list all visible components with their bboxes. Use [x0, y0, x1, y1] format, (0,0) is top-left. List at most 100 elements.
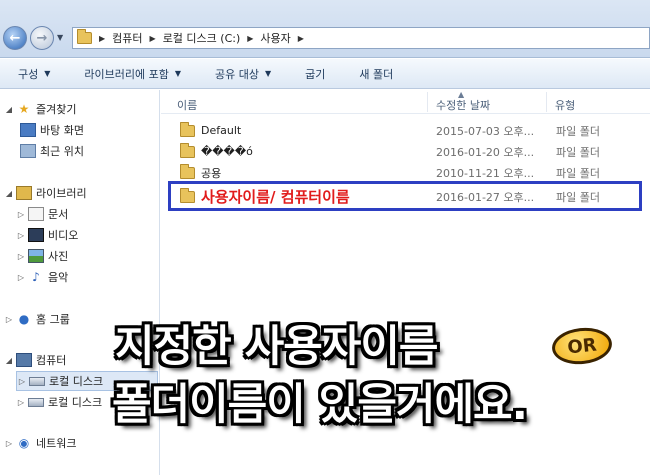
new-folder-label: 새 폴더 [359, 67, 394, 81]
column-divider[interactable] [546, 92, 547, 112]
breadcrumb-computer[interactable]: 컴퓨터 [112, 30, 142, 46]
nav-recent-label: 최근 위치 [40, 145, 84, 158]
collapse-triangle-icon[interactable]: ▷ [16, 231, 26, 240]
file-type: 파일 폴더 [556, 145, 600, 159]
desktop-icon [20, 123, 36, 137]
nav-documents-label: 문서 [48, 208, 69, 221]
burn-button[interactable]: 굽기 [305, 66, 325, 82]
nav-drive-d[interactable]: ▷ 로컬 디스크 [16, 392, 102, 412]
hard-drive-icon [29, 376, 45, 386]
folder-icon [77, 29, 92, 44]
nav-libraries[interactable]: ◢ 라이브러리 [4, 183, 87, 203]
chevron-right-icon[interactable]: ▶ [298, 34, 304, 43]
burn-label: 굽기 [305, 67, 326, 81]
file-row[interactable]: 공용 2010-11-21 오후... 파일 폴더 [172, 162, 650, 183]
expand-triangle-icon[interactable]: ◢ [4, 189, 14, 198]
folder-icon [180, 121, 195, 137]
column-modified[interactable]: 수정한 날짜 [436, 97, 490, 113]
chevron-right-icon[interactable]: ▶ [150, 34, 156, 43]
chevron-right-icon[interactable]: ▶ [99, 34, 105, 43]
collapse-triangle-icon[interactable]: ▷ [4, 439, 14, 448]
nav-computer-label: 컴퓨터 [36, 354, 67, 367]
share-with-label: 공유 대상 [215, 67, 260, 81]
nav-network[interactable]: ▷ ◉ 네트워크 [4, 433, 77, 453]
chevron-down-icon: ▼ [44, 69, 51, 78]
new-folder-button[interactable]: 새 폴더 [359, 66, 393, 82]
file-date: 2015-07-03 오후... [436, 124, 535, 138]
organize-label: 구성 [18, 67, 39, 81]
share-with-menu[interactable]: 공유 대상 ▼ [215, 66, 271, 82]
nav-desktop[interactable]: 바탕 화면 [18, 120, 84, 140]
address-bar[interactable]: ▶ 컴퓨터 ▶ 로컬 디스크 (C:) ▶ 사용자 ▶ [72, 27, 650, 49]
nav-computer[interactable]: ◢ 컴퓨터 [4, 350, 66, 370]
star-icon: ★ [18, 102, 30, 116]
chevron-right-icon[interactable]: ▶ [247, 34, 253, 43]
file-row[interactable]: ����ó 2016-01-20 오후... 파일 폴더 [172, 141, 650, 162]
nav-documents[interactable]: ▷ 문서 [16, 204, 68, 224]
nav-pictures-label: 사진 [48, 250, 69, 263]
nav-music-label: 음악 [48, 271, 69, 284]
folder-icon [180, 163, 195, 179]
nav-videos[interactable]: ▷ 비디오 [16, 225, 78, 245]
nav-music[interactable]: ▷ ♪ 음악 [16, 267, 68, 287]
nav-homegroup[interactable]: ▷ ● 홈 그룹 [4, 309, 70, 329]
video-icon [28, 228, 44, 242]
address-bar-area: ← → ▼ ▶ 컴퓨터 ▶ 로컬 디스크 (C:) ▶ 사용자 ▶ [0, 0, 650, 58]
nav-pictures[interactable]: ▷ 사진 [16, 246, 68, 266]
file-type: 파일 폴더 [556, 124, 600, 138]
collapse-triangle-icon[interactable]: ▷ [16, 252, 26, 261]
forward-button[interactable]: → [30, 26, 54, 50]
or-badge-label: OR [566, 334, 598, 358]
file-date: 2010-11-21 오후... [436, 166, 535, 180]
collapse-triangle-icon[interactable]: ▷ [16, 273, 26, 282]
collapse-triangle-icon[interactable]: ▷ [4, 315, 14, 324]
file-name-cell: 공용 [180, 163, 222, 181]
document-icon [28, 207, 44, 221]
organize-menu[interactable]: 구성 ▼ [18, 66, 50, 82]
nav-drive-d-label: 로컬 디스크 [48, 396, 103, 409]
folder-icon [180, 142, 195, 158]
include-in-library-menu[interactable]: 라이브러리에 포함 ▼ [84, 66, 181, 82]
recent-places-icon [20, 144, 36, 158]
column-name[interactable]: 이름 [177, 97, 197, 113]
nav-favorites[interactable]: ◢ ★ 즐겨찾기 [4, 99, 77, 119]
nav-desktop-label: 바탕 화면 [40, 124, 84, 137]
file-type: 파일 폴더 [556, 166, 600, 180]
file-name: 공용 [201, 166, 222, 180]
highlight-box [168, 181, 642, 211]
history-dropdown-icon[interactable]: ▼ [57, 33, 63, 42]
nav-libraries-label: 라이브러리 [36, 187, 87, 200]
computer-icon [16, 353, 32, 367]
column-header: ▲ 이름 수정한 날짜 유형 [161, 90, 650, 114]
include-in-library-label: 라이브러리에 포함 [84, 67, 169, 81]
network-icon: ◉ [18, 436, 30, 450]
nav-homegroup-label: 홈 그룹 [36, 313, 70, 326]
chevron-down-icon: ▼ [174, 69, 182, 78]
command-bar: 구성 ▼ 라이브러리에 포함 ▼ 공유 대상 ▼ 굽기 새 폴더 [0, 59, 650, 89]
breadcrumb-users[interactable]: 사용자 [260, 30, 290, 46]
expand-triangle-icon[interactable]: ◢ [4, 356, 14, 365]
file-row[interactable]: Default 2015-07-03 오후... 파일 폴더 [172, 120, 650, 141]
nav-videos-label: 비디오 [48, 229, 79, 242]
file-date: 2016-01-20 오후... [436, 145, 535, 159]
collapse-triangle-icon[interactable]: ▷ [16, 398, 26, 407]
arrow-right-icon: → [36, 30, 48, 46]
collapse-triangle-icon[interactable]: ▷ [17, 377, 27, 386]
chevron-down-icon: ▼ [265, 69, 272, 78]
hard-drive-icon [28, 397, 44, 407]
picture-icon [28, 249, 44, 263]
nav-recent[interactable]: 최근 위치 [18, 141, 84, 161]
column-type[interactable]: 유형 [555, 97, 575, 113]
column-divider[interactable] [427, 92, 428, 112]
library-icon [16, 186, 32, 200]
nav-drive-c-label: 로컬 디스크 [49, 375, 104, 388]
overlay-caption-line2: 폴더이름이 있을거에요. [112, 380, 528, 430]
expand-triangle-icon[interactable]: ◢ [4, 105, 14, 114]
nav-favorites-label: 즐겨찾기 [36, 103, 77, 116]
homegroup-icon: ● [18, 312, 30, 326]
breadcrumb-drive-c[interactable]: 로컬 디스크 (C:) [163, 30, 241, 46]
file-name: ����ó [201, 145, 253, 158]
file-name-cell: ����ó [180, 142, 253, 158]
back-button[interactable]: ← [3, 26, 27, 50]
collapse-triangle-icon[interactable]: ▷ [16, 210, 26, 219]
